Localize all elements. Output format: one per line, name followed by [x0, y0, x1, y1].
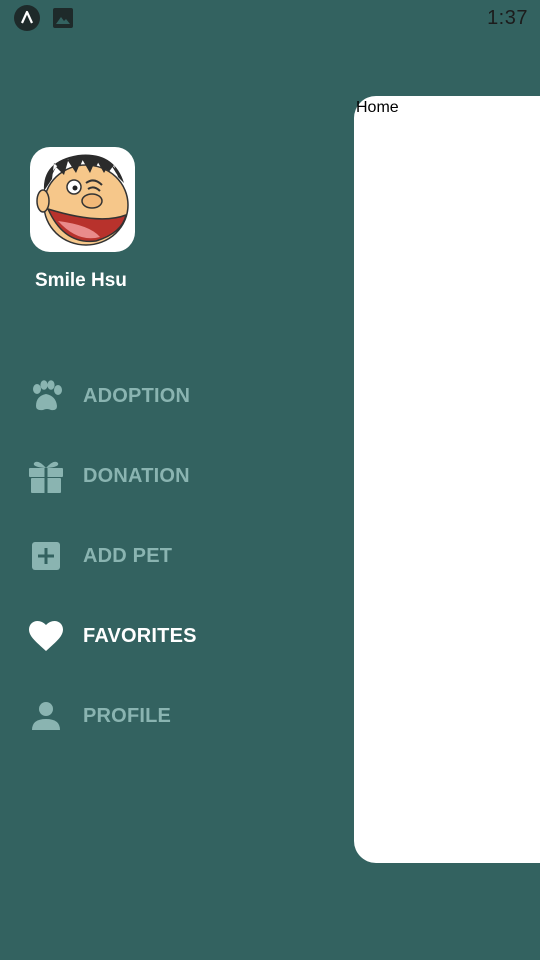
paw-icon — [28, 378, 64, 414]
nav-item-favorites[interactable]: FAVORITES — [0, 596, 340, 676]
user-name: Smile Hsu — [35, 270, 127, 291]
nav-label-donation: DONATION — [83, 464, 190, 487]
nav-label-adoption: ADOPTION — [83, 384, 191, 407]
drawer-nav: ADOPTION DONATION ADD PET FAVORITES PROF… — [0, 356, 340, 756]
nav-label-profile: PROFILE — [83, 704, 172, 727]
nav-label-add-pet: ADD PET — [83, 544, 173, 567]
main-content-panel[interactable]: Home — [354, 96, 540, 863]
app-notification-icon — [14, 5, 40, 31]
person-icon — [28, 698, 64, 734]
gift-icon — [28, 458, 64, 494]
heart-icon — [28, 618, 64, 654]
nav-item-donation[interactable]: DONATION — [0, 436, 340, 516]
page-title: Home — [356, 99, 399, 116]
image-notification-icon — [53, 8, 73, 28]
status-time: 1:37 — [487, 7, 528, 29]
nav-item-add-pet[interactable]: ADD PET — [0, 516, 340, 596]
nav-item-profile[interactable]: PROFILE — [0, 676, 340, 756]
nav-item-adoption[interactable]: ADOPTION — [0, 356, 340, 436]
nav-label-favorites: FAVORITES — [83, 624, 197, 647]
status-bar: 1:37 — [0, 0, 540, 36]
add-box-icon — [28, 538, 64, 574]
cartoon-avatar — [36, 154, 129, 246]
avatar[interactable] — [30, 147, 135, 252]
